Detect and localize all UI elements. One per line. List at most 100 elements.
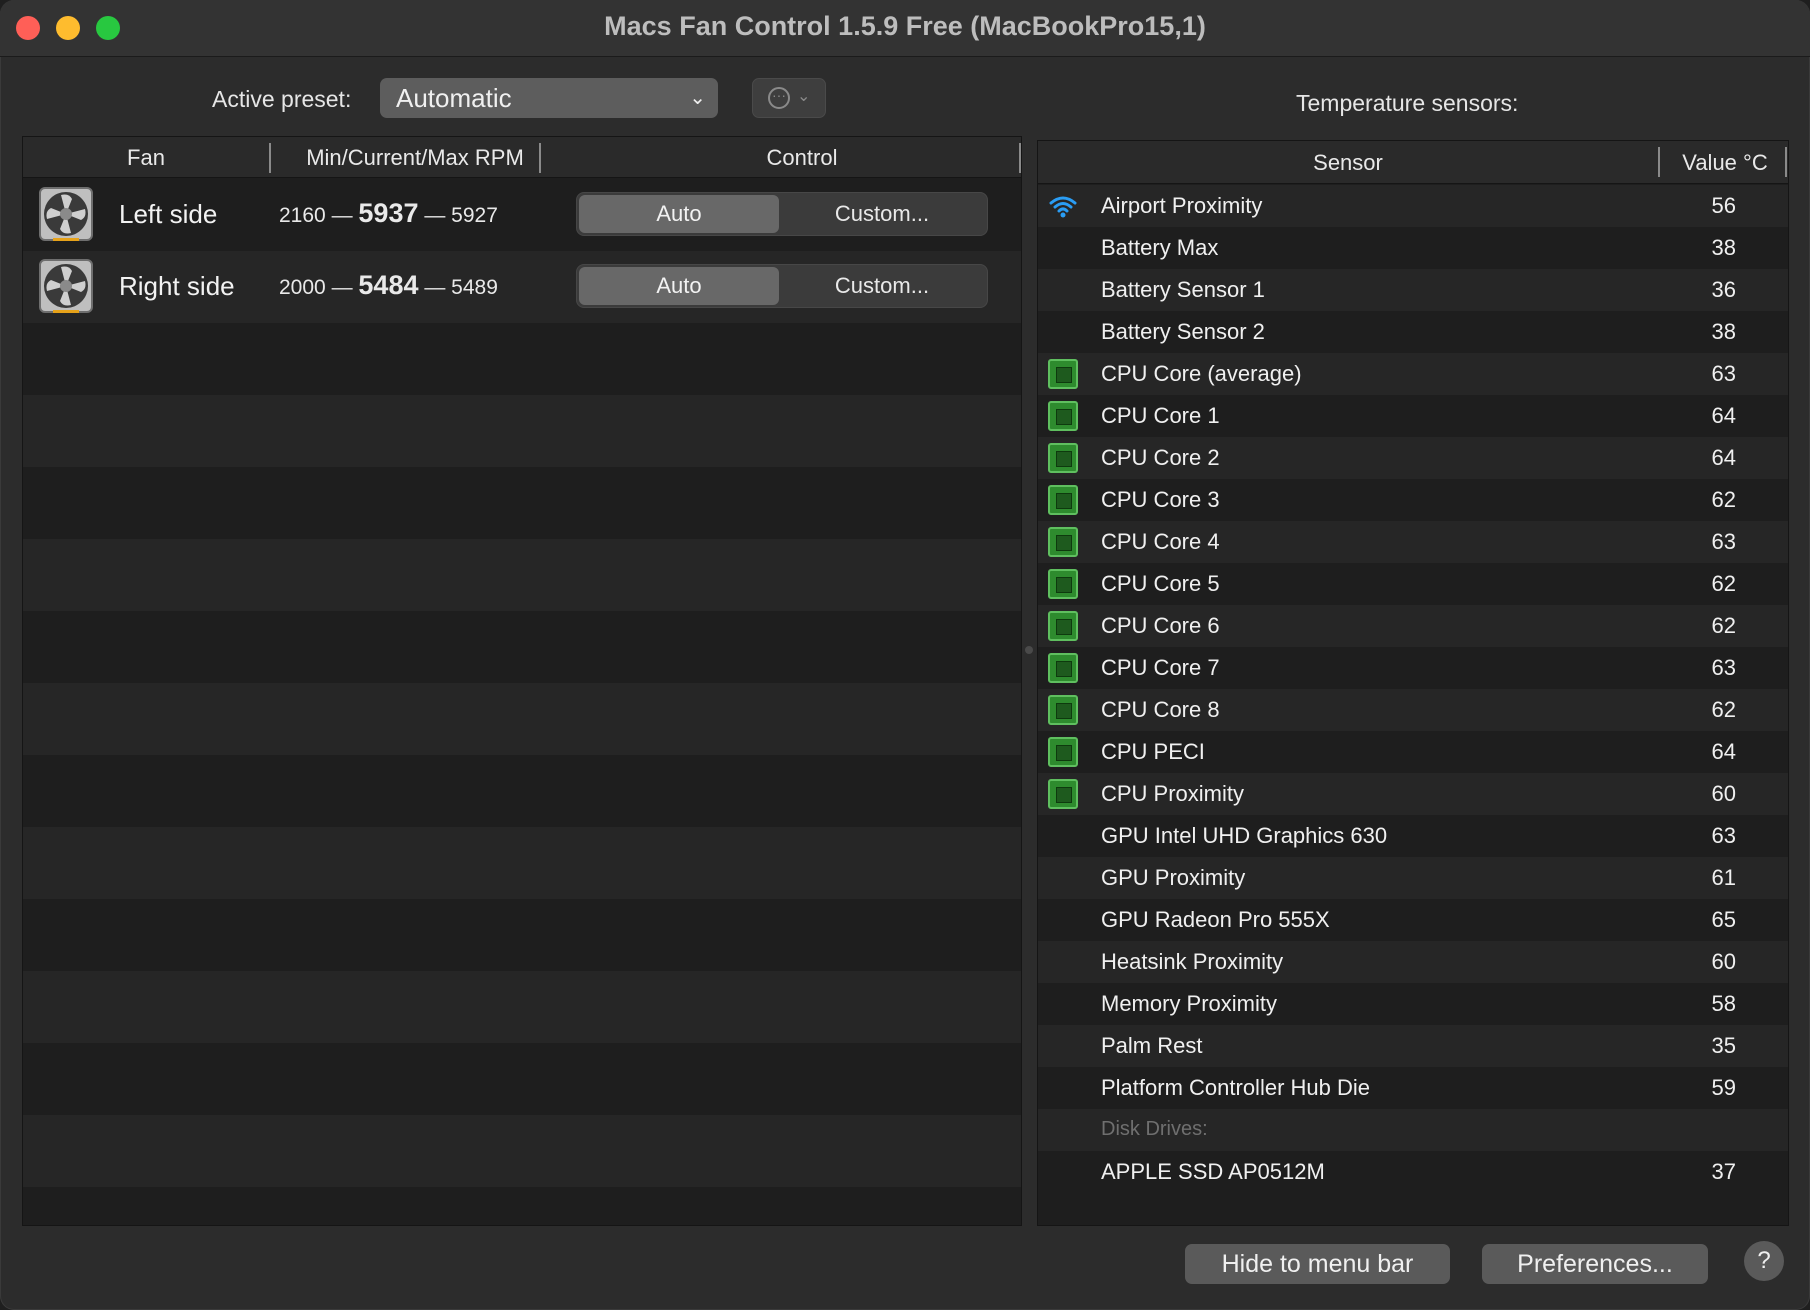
empty-row [23,539,1021,611]
sensor-name: CPU Core 7 [1101,655,1220,680]
empty-row [23,395,1021,467]
fans-table: Fan Min/Current/Max RPM Control Left sid… [22,136,1022,1226]
sensor-row[interactable]: Battery Max 38 [1038,227,1788,269]
sensor-row[interactable]: Battery Sensor 1 36 [1038,269,1788,311]
auto-button[interactable]: Auto [579,195,779,233]
sensor-name: GPU Radeon Pro 555X [1101,907,1330,932]
sensor-row[interactable]: CPU Core 1 64 [1038,395,1788,437]
fan-current-rpm: 5937 [358,198,419,228]
sensor-name: CPU Core 1 [1101,403,1220,428]
sensors-table: Sensor Value °C Airport Proximity 56 Batte… [1037,140,1789,1226]
sensor-row[interactable]: APPLE SSD AP0512M 37 [1038,1151,1788,1193]
sensor-name: GPU Proximity [1101,865,1246,890]
sensor-name: Palm Rest [1101,1033,1203,1058]
sensor-value: 35 [1711,1033,1736,1058]
column-header-fan[interactable]: Fan [23,145,269,171]
sensor-row[interactable]: Memory Proximity 58 [1038,983,1788,1025]
sensor-value: 60 [1711,949,1736,974]
column-divider [1019,143,1021,173]
sensor-name: Platform Controller Hub Die [1101,1075,1370,1100]
sensor-row[interactable]: CPU Core 4 63 [1038,521,1788,563]
sensor-row[interactable]: Platform Controller Hub Die 59 [1038,1067,1788,1109]
chevron-down-icon: ⌄ [797,88,811,105]
sensor-value: 63 [1711,655,1736,680]
sensor-row[interactable]: Battery Sensor 2 38 [1038,311,1788,353]
sensor-rows: Airport Proximity 56 Battery Max 38 Battery … [1038,185,1788,1193]
fan-row-left[interactable]: Left side 2160 — 5937 — 5927 Auto Custom… [23,179,1021,251]
column-header-sensor[interactable]: Sensor [1038,150,1658,176]
cpu-chip-icon [1048,737,1078,767]
empty-row [23,1187,1021,1225]
sensor-value: 64 [1711,403,1736,428]
sensor-row[interactable]: CPU Core 8 62 [1038,689,1788,731]
sensor-name: CPU PECI [1101,739,1205,764]
preset-actions-button[interactable]: ··· ⌄ [752,78,826,118]
hide-to-menu-bar-button[interactable]: Hide to menu bar [1185,1244,1450,1284]
empty-row [23,1043,1021,1115]
custom-button[interactable]: Custom... [781,195,983,233]
sensor-row[interactable]: GPU Proximity 61 [1038,857,1788,899]
auto-button[interactable]: Auto [579,267,779,305]
cpu-chip-icon [1048,779,1078,809]
ssd-icon [1048,1157,1078,1187]
sensor-name: Airport Proximity [1101,193,1263,218]
sensor-name: CPU Core 8 [1101,697,1220,722]
empty-row [23,323,1021,395]
sensor-row[interactable]: Heatsink Proximity 60 [1038,941,1788,983]
fan-icon [39,187,93,241]
sensor-value: 63 [1711,361,1736,386]
sensor-value: 60 [1711,781,1736,806]
sensor-name: CPU Core 3 [1101,487,1220,512]
column-header-value[interactable]: Value °C [1662,150,1788,176]
sensor-value: 63 [1711,529,1736,554]
column-header-control[interactable]: Control [563,145,1021,171]
sensor-row[interactable]: Airport Proximity 56 [1038,185,1788,227]
cpu-chip-icon [1048,569,1078,599]
custom-button[interactable]: Custom... [781,267,983,305]
cpu-chip-icon [1048,611,1078,641]
preferences-button[interactable]: Preferences... [1482,1244,1708,1284]
sensor-value: 62 [1711,487,1736,512]
split-view-handle[interactable] [1025,646,1033,654]
sensor-row[interactable]: GPU Intel UHD Graphics 630 63 [1038,815,1788,857]
fan-rpm-readout: 2160 — 5937 — 5927 [279,198,498,229]
sensor-row[interactable]: Palm Rest 35 [1038,1025,1788,1067]
column-header-rpm[interactable]: Min/Current/Max RPM [271,145,559,171]
sensor-group-header: Disk Drives: [1038,1109,1788,1151]
sensor-row[interactable]: CPU Core 7 63 [1038,647,1788,689]
sensor-row[interactable]: CPU Proximity 60 [1038,773,1788,815]
preset-dropdown[interactable]: Automatic ⌄ [380,78,718,118]
window-title: Macs Fan Control 1.5.9 Free (MacBookPro1… [604,11,1206,41]
empty-row [23,1115,1021,1187]
cpu-chip-icon [1048,695,1078,725]
sensor-row[interactable]: CPU PECI 64 [1038,731,1788,773]
sensor-row[interactable]: CPU Core 5 62 [1038,563,1788,605]
sensor-row[interactable]: CPU Core (average) 63 [1038,353,1788,395]
sensor-name: Battery Sensor 1 [1101,277,1265,302]
help-button[interactable]: ? [1744,1241,1784,1281]
cpu-chip-icon [1048,485,1078,515]
sensor-value: 58 [1711,991,1736,1016]
sensor-row[interactable]: CPU Core 2 64 [1038,437,1788,479]
sensor-row[interactable]: GPU Radeon Pro 555X 65 [1038,899,1788,941]
sensor-row[interactable]: CPU Core 3 62 [1038,479,1788,521]
sensor-name: Memory Proximity [1101,991,1278,1016]
sensor-value: 61 [1711,865,1736,890]
sensor-row[interactable]: CPU Core 6 62 [1038,605,1788,647]
sensor-name: CPU Core 5 [1101,571,1220,596]
gpu-card-icon [1048,863,1078,893]
rpm-separator: — [331,276,353,299]
fan-row-right[interactable]: Right side 2000 — 5484 — 5489 Auto Custo… [23,251,1021,323]
active-preset-label: Active preset: [212,86,352,112]
sensor-group-label: Disk Drives: [1101,1118,1208,1140]
sensor-value: 62 [1711,571,1736,596]
sensor-value: 36 [1711,277,1736,302]
preset-dropdown-value: Automatic [396,83,512,113]
fan-rpm-readout: 2000 — 5484 — 5489 [279,270,498,301]
fan-current-rpm: 5484 [358,270,419,300]
fan-rows: Left side 2160 — 5937 — 5927 Auto Custom… [23,179,1021,323]
fan-name: Left side [119,199,218,229]
empty-rows [23,323,1021,1225]
sensor-name: CPU Core 4 [1101,529,1220,554]
empty-row [23,899,1021,971]
